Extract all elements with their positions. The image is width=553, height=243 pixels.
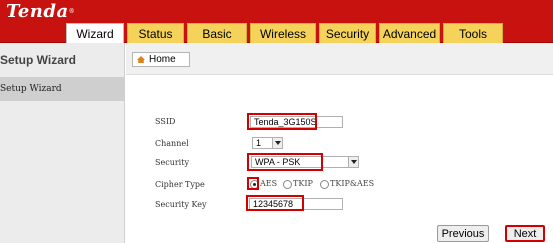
home-icon [137,56,145,63]
toolbar: Home [126,43,553,75]
tab-advanced[interactable]: Advanced [379,23,440,43]
cipher-aes-label: AES [260,179,278,188]
wizard-form: SSID Tenda_3G150S Channel 1 Security WPA… [126,76,553,243]
next-button[interactable]: Next [505,225,545,242]
chevron-down-icon [348,157,358,167]
channel-label: Channel [155,139,189,148]
cipher-tkipaes-label: TKIP&AES [330,179,375,188]
sidebar: Setup Wizard Setup Wizard [0,43,125,243]
logo-mark: ® [68,8,76,15]
ssid-highlight [247,113,317,130]
tenda-logo: Tenda® [6,0,75,24]
channel-select[interactable]: 1 [252,137,283,149]
tab-tools[interactable]: Tools [443,23,503,43]
tab-wireless[interactable]: Wireless [250,23,316,43]
key-label: Security Key [155,200,207,209]
header-bar: Tenda® Wizard Status Basic Wireless Secu… [0,0,553,44]
cipher-highlight [247,177,259,190]
home-button[interactable]: Home [132,52,190,67]
cipher-tkip-label: TKIP [293,179,313,188]
tab-status[interactable]: Status [127,23,184,43]
tab-basic[interactable]: Basic [187,23,247,43]
ssid-label: SSID [155,117,176,126]
logo-text: Tenda [6,1,69,22]
tab-wizard[interactable]: Wizard [66,23,124,44]
cipher-label: Cipher Type [155,180,205,189]
cipher-tkip-radio[interactable] [283,180,292,189]
chevron-down-icon [272,138,282,148]
main-tabs: Wizard Status Basic Wireless Security Ad… [66,23,506,44]
home-label: Home [149,54,176,65]
key-highlight [246,195,304,211]
tab-security[interactable]: Security [319,23,376,43]
security-highlight [247,153,323,171]
previous-button[interactable]: Previous [437,225,489,242]
cipher-tkipaes-radio[interactable] [320,180,329,189]
sidebar-item-setup-wizard[interactable]: Setup Wizard [0,77,125,101]
sidebar-title: Setup Wizard [0,53,76,67]
security-label: Security [155,158,189,167]
channel-value: 1 [256,138,262,148]
